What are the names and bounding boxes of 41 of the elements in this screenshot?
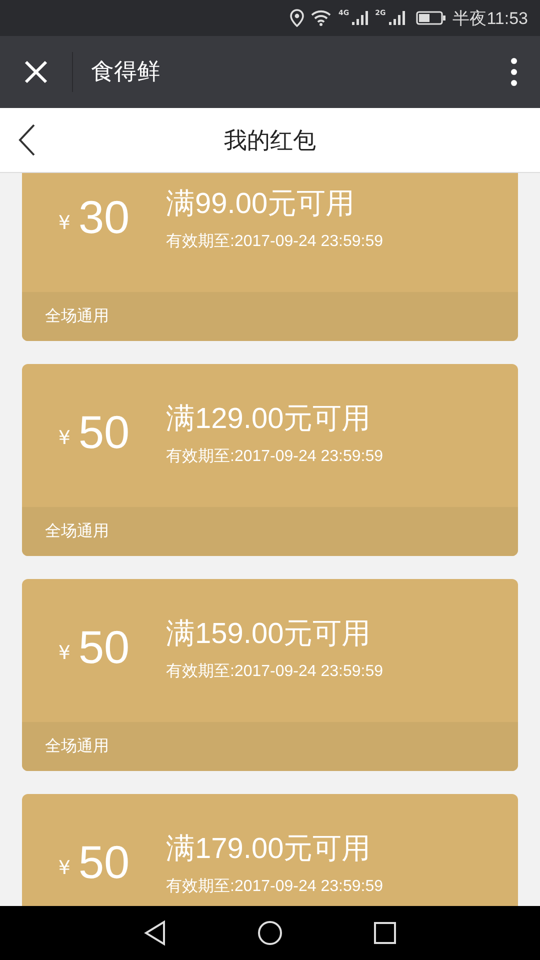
expiry-date: 有效期至:2017-09-24 23:59:59: [166, 447, 384, 467]
back-button[interactable]: [18, 124, 36, 156]
coupon-amount: 30: [78, 190, 130, 244]
app-title: 食得鲜: [72, 52, 502, 92]
coupon-card[interactable]: ¥ 50 满159.00元可用 有效期至:2017-09-24 23:59:59 全场通用: [22, 579, 518, 771]
coupon-condition: 满159.00元可用: [166, 617, 372, 651]
coupon-amount: 50: [78, 620, 130, 674]
back-nav-button[interactable]: [143, 920, 167, 946]
expiry-date: 有效期至:2017-09-24 23:59:59: [166, 662, 384, 682]
coupon-card[interactable]: ¥ 50 满179.00元可用 有效期至:2017-09-24 23:59:59: [22, 794, 518, 906]
close-icon: [23, 59, 49, 85]
square-icon: [373, 921, 397, 945]
back-icon: [18, 124, 36, 156]
more-icon: [510, 57, 518, 87]
home-button[interactable]: [257, 920, 283, 946]
signal-icon: [388, 11, 405, 25]
wifi-icon: [311, 10, 332, 26]
expiry-date: 有效期至:2017-09-24 23:59:59: [166, 232, 384, 252]
clock-time: 半夜11:53: [452, 8, 528, 30]
currency-symbol: ¥: [58, 642, 70, 664]
coupon-scope: 全场通用: [22, 722, 518, 771]
triangle-icon: [143, 920, 167, 946]
expiry-date: 有效期至:2017-09-24 23:59:59: [166, 877, 384, 897]
coupon-card[interactable]: ¥ 50 满129.00元可用 有效期至:2017-09-24 23:59:59 全场通用: [22, 364, 518, 556]
battery-icon: [416, 11, 446, 25]
coupon-scope: 全场通用: [22, 292, 518, 341]
currency-symbol: ¥: [58, 426, 70, 448]
coupon-condition: 满99.00元可用: [166, 187, 356, 221]
coupon-amount: 50: [78, 834, 130, 888]
location-icon: [290, 9, 304, 27]
coupon-condition: 满129.00元可用: [166, 402, 372, 436]
circle-icon: [257, 920, 283, 946]
coupon-card[interactable]: ¥ 30 满99.00元可用 有效期至:2017-09-24 23:59:59 全场通用: [22, 173, 518, 341]
currency-symbol: ¥: [58, 856, 70, 878]
signal-icon: [352, 11, 368, 25]
coupon-scope: 全场通用: [22, 507, 518, 556]
currency-symbol: ¥: [58, 212, 70, 234]
page-title: 我的红包: [224, 126, 316, 156]
recents-button[interactable]: [373, 921, 397, 945]
coupon-condition: 满179.00元可用: [166, 832, 372, 866]
coupon-amount: 50: [78, 404, 130, 458]
